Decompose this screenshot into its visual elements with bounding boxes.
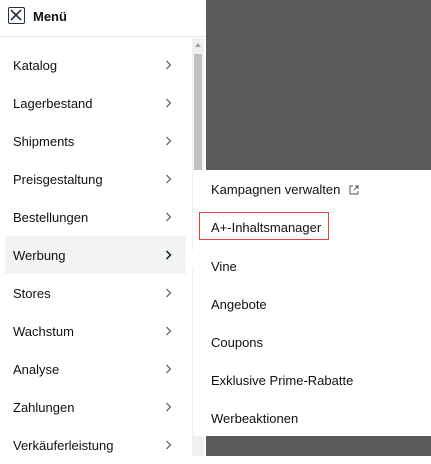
submenu-item-label: Coupons	[211, 335, 264, 350]
chevron-right-icon	[166, 364, 172, 374]
menu-item-shipments[interactable]: Shipments	[5, 122, 186, 160]
menu-item-analyse[interactable]: Analyse	[5, 350, 186, 388]
menu-item-label: Preisgestaltung	[13, 171, 103, 187]
submenu-item-label: Kampagnen verwalten	[211, 182, 341, 197]
menu-item-label: Shipments	[13, 133, 75, 149]
submenu-pointer	[184, 250, 193, 268]
menu-item-wachstum[interactable]: Wachstum	[5, 312, 186, 350]
menu-item-bestellungen[interactable]: Bestellungen	[5, 198, 186, 236]
menu-item-label: Analyse	[13, 361, 60, 377]
submenu-item-kampagnen-verwalten[interactable]: Kampagnen verwalten	[211, 182, 359, 197]
chevron-right-icon	[166, 212, 172, 222]
close-menu-button[interactable]	[8, 7, 25, 24]
menu-item-verkaeuferleistung[interactable]: Verkäuferleistung	[5, 426, 186, 464]
menu-item-label: Wachstum	[13, 323, 74, 339]
menu-header: Menü	[0, 0, 206, 37]
chevron-right-icon	[166, 326, 172, 336]
submenu-item-label: Angebote	[211, 297, 267, 312]
external-link-icon	[349, 185, 359, 195]
menu-item-label: Werbung	[13, 247, 66, 263]
menu-item-zahlungen[interactable]: Zahlungen	[5, 388, 186, 426]
menu-item-lagerbestand[interactable]: Lagerbestand	[5, 84, 186, 122]
submenu-item-coupons[interactable]: Coupons	[211, 335, 263, 350]
menu-item-label: Verkäuferleistung	[13, 437, 114, 453]
submenu-item-label: A+-Inhaltsmanager	[211, 220, 322, 235]
chevron-right-icon	[166, 402, 172, 412]
submenu-item-exklusive-prime-rabatte[interactable]: Exklusive Prime-Rabatte	[211, 373, 353, 388]
chevron-right-icon	[166, 98, 172, 108]
menu-item-katalog[interactable]: Katalog	[5, 46, 186, 84]
submenu-werbung: Kampagnen verwalten A+-Inhaltsmanager Vi…	[193, 170, 431, 436]
close-icon	[10, 9, 22, 21]
menu-item-label: Katalog	[13, 57, 58, 73]
submenu-item-a-plus-inhaltsmanager[interactable]: A+-Inhaltsmanager	[211, 220, 321, 235]
sidebar-menu: Menü Katalog Lagerbestand Shipments Prei…	[0, 0, 206, 456]
menu-item-label: Stores	[13, 285, 51, 301]
submenu-item-label: Exklusive Prime-Rabatte	[211, 373, 354, 388]
menu-item-werbung[interactable]: Werbung	[5, 236, 186, 274]
chevron-right-icon	[166, 60, 172, 70]
chevron-right-icon	[166, 288, 172, 298]
chevron-right-icon	[166, 174, 172, 184]
chevron-right-icon	[166, 440, 172, 450]
submenu-item-angebote[interactable]: Angebote	[211, 297, 267, 312]
scroll-up-arrow-icon[interactable]	[195, 43, 201, 47]
menu-item-label: Bestellungen	[13, 209, 89, 225]
submenu-item-label: Vine	[211, 259, 237, 274]
menu-item-preisgestaltung[interactable]: Preisgestaltung	[5, 160, 186, 198]
menu-title: Menü	[33, 9, 67, 24]
menu-item-label: Zahlungen	[13, 399, 75, 415]
submenu-item-vine[interactable]: Vine	[211, 259, 237, 274]
chevron-right-icon	[165, 250, 172, 260]
submenu-item-label: Werbeaktionen	[211, 411, 299, 426]
menu-item-stores[interactable]: Stores	[5, 274, 186, 312]
chevron-right-icon	[166, 136, 172, 146]
menu-item-label: Lagerbestand	[13, 95, 93, 111]
submenu-item-werbeaktionen[interactable]: Werbeaktionen	[211, 411, 298, 426]
